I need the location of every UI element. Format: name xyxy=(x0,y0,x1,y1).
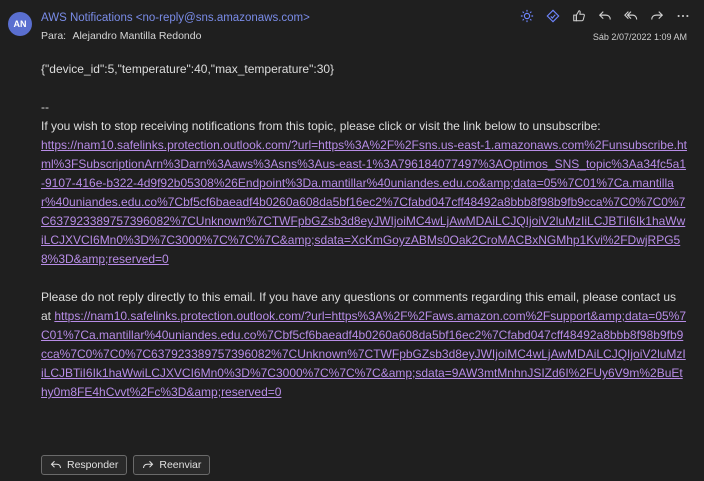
forward-icon xyxy=(143,460,154,469)
reply-footer-label: Responder xyxy=(67,459,119,471)
footer-actions: Responder Reenviar xyxy=(41,455,211,475)
support-link[interactable]: https://nam10.safelinks.protection.outlo… xyxy=(41,309,686,399)
sticker-icon xyxy=(546,9,560,23)
to-label: Para: xyxy=(41,30,67,42)
message-actions xyxy=(516,6,694,26)
unsubscribe-text: If you wish to stop receiving notificati… xyxy=(41,119,601,133)
forward-footer-button[interactable]: Reenviar xyxy=(133,455,211,475)
avatar[interactable]: AN xyxy=(8,12,32,36)
recipient-line: Para: Alejandro Mantilla Redondo xyxy=(41,30,201,42)
received-date: Sáb 2/07/2022 1:09 AM xyxy=(592,32,687,42)
sticker-button[interactable] xyxy=(542,6,564,26)
message-body: {"device_id":5,"temperature":40,"max_tem… xyxy=(41,60,687,402)
reply-all-icon xyxy=(624,11,638,20)
message-header: AN AWS Notifications <no-reply@sns.amazo… xyxy=(0,0,704,52)
contact-paragraph: Please do not reply directly to this ema… xyxy=(41,288,687,402)
like-icon xyxy=(573,10,585,22)
reply-button[interactable] xyxy=(594,6,616,26)
separator: -- xyxy=(41,100,49,114)
recipient-name[interactable]: Alejandro Mantilla Redondo xyxy=(72,30,201,42)
reply-footer-button[interactable]: Responder xyxy=(41,455,128,475)
like-button[interactable] xyxy=(568,6,590,26)
forward-button[interactable] xyxy=(646,6,668,26)
forward-footer-label: Reenviar xyxy=(159,459,202,471)
reply-all-button[interactable] xyxy=(620,6,642,26)
reply-icon xyxy=(598,11,611,20)
unsubscribe-link[interactable]: https://nam10.safelinks.protection.outlo… xyxy=(41,138,687,266)
more-button[interactable] xyxy=(672,6,694,26)
forward-icon xyxy=(651,11,664,20)
reply-icon xyxy=(50,460,62,469)
more-icon xyxy=(677,14,689,18)
sender-name[interactable]: AWS Notifications <no-reply@sns.amazonaw… xyxy=(41,12,310,24)
json-payload: {"device_id":5,"temperature":40,"max_tem… xyxy=(41,62,335,76)
sun-icon xyxy=(520,9,534,23)
sun-button[interactable] xyxy=(516,6,538,26)
